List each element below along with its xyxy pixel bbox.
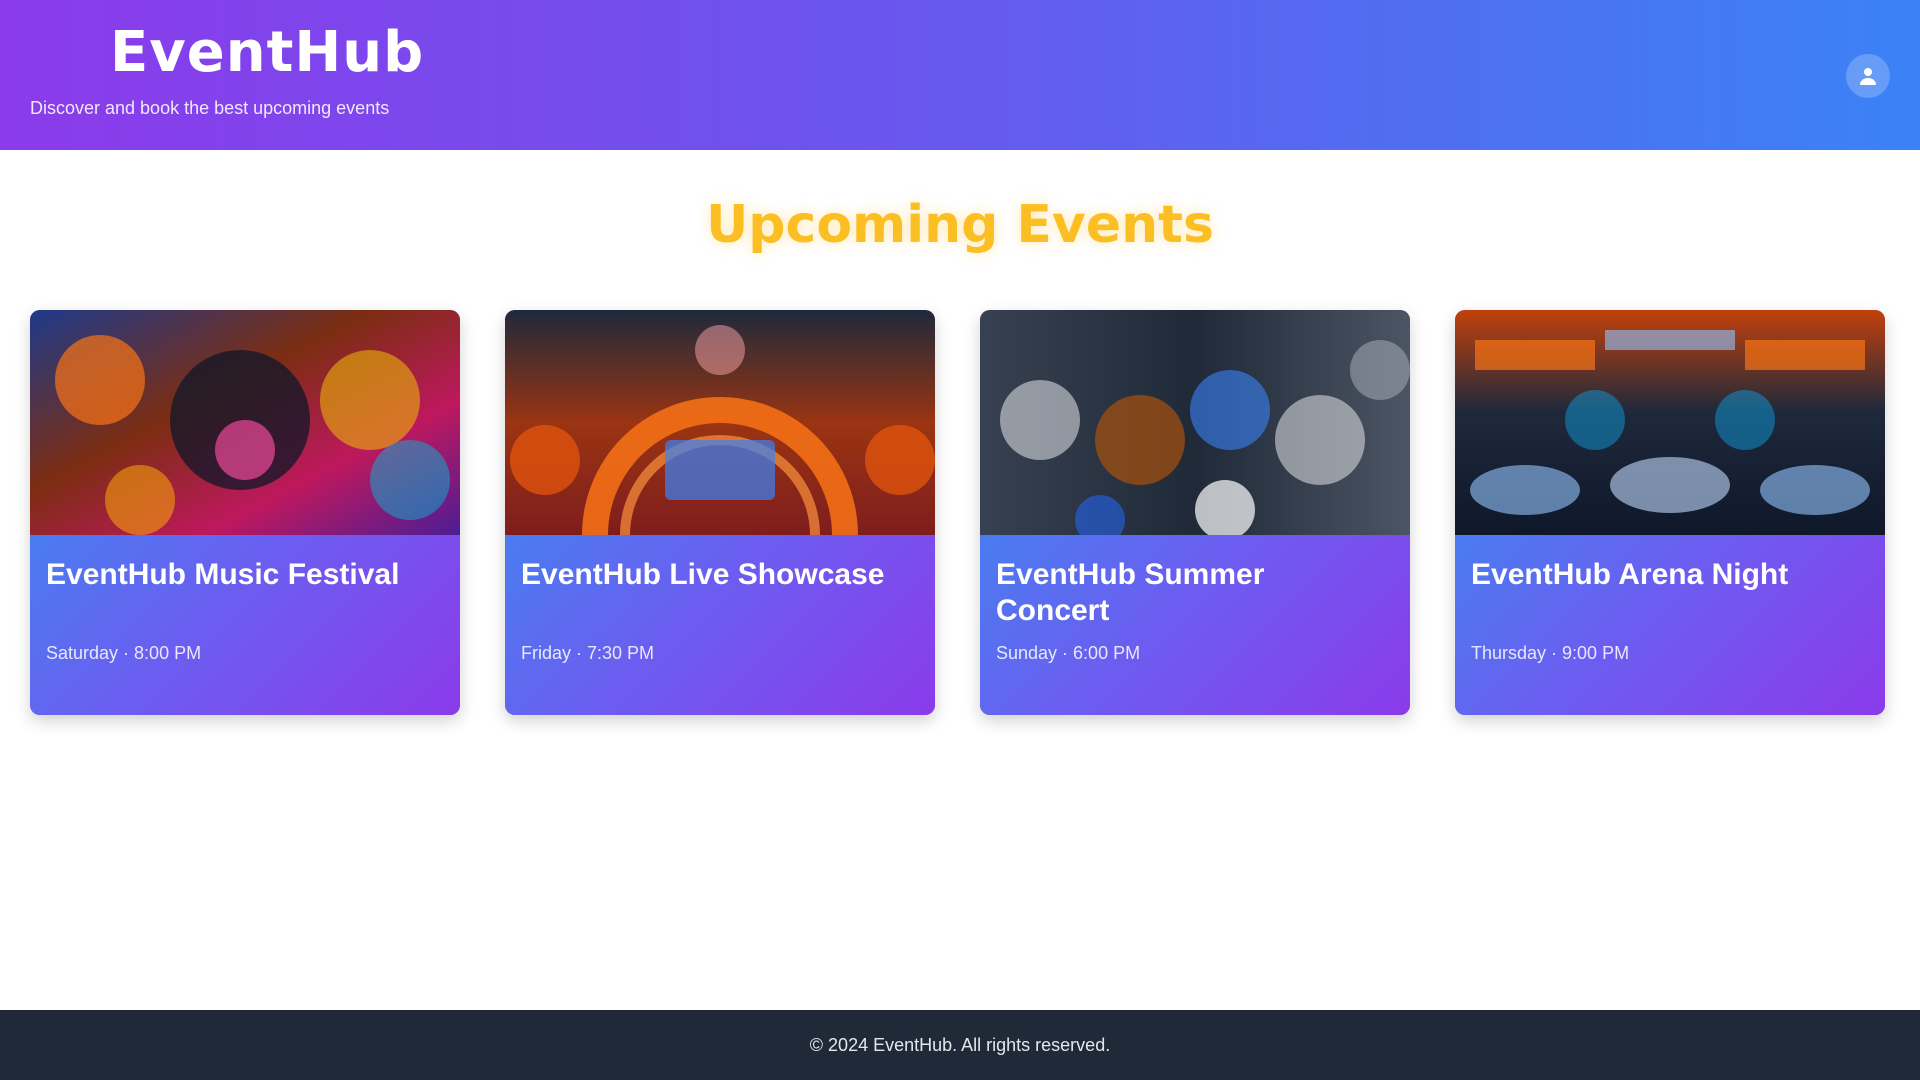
event-card-body: EventHub Summer Concert Sunday · 6:00 PM bbox=[980, 535, 1410, 715]
event-meta: Friday · 7:30 PM bbox=[521, 643, 655, 663]
event-meta: Thursday · 9:00 PM bbox=[1471, 643, 1630, 663]
site-header: EventHub Discover and book the best upco… bbox=[0, 0, 1920, 150]
footer-copyright: © 2024 EventHub. All rights reserved. bbox=[809, 1034, 1111, 1055]
event-meta: Saturday · 8:00 PM bbox=[46, 643, 202, 663]
user-icon-glyph bbox=[1860, 68, 1876, 85]
user-icon[interactable] bbox=[1846, 54, 1890, 98]
event-card-body: EventHub Live Showcase Friday · 7:30 PM bbox=[505, 535, 935, 715]
section-title: Upcoming Events bbox=[706, 195, 1214, 255]
event-image bbox=[980, 310, 1410, 535]
event-image bbox=[1455, 310, 1885, 535]
event-card[interactable]: EventHub Arena Night Thursday · 9:00 PM bbox=[1455, 310, 1885, 715]
event-card-body: EventHub Arena Night Thursday · 9:00 PM bbox=[1455, 535, 1885, 715]
event-card[interactable]: EventHub Live Showcase Friday · 7:30 PM bbox=[505, 310, 935, 715]
brand-tagline: Discover and book the best upcoming even… bbox=[30, 98, 390, 118]
event-title: EventHub Arena Night bbox=[1471, 558, 1789, 591]
event-title: EventHub Music Festival bbox=[46, 558, 400, 591]
site-footer: © 2024 EventHub. All rights reserved. bbox=[0, 1010, 1920, 1080]
event-title: EventHub Live Showcase bbox=[521, 558, 885, 591]
brand-logo-text[interactable]: EventHub bbox=[110, 20, 424, 85]
event-card-body: EventHub Music Festival Saturday · 8:00 … bbox=[30, 535, 460, 715]
event-image bbox=[505, 310, 935, 535]
event-card[interactable]: EventHub Summer Concert Sunday · 6:00 PM bbox=[980, 310, 1410, 715]
event-image bbox=[30, 310, 460, 535]
event-card[interactable]: EventHub Music Festival Saturday · 8:00 … bbox=[30, 310, 460, 715]
event-meta: Sunday · 6:00 PM bbox=[996, 643, 1141, 663]
event-title: EventHub Summer Concert bbox=[996, 558, 1265, 627]
